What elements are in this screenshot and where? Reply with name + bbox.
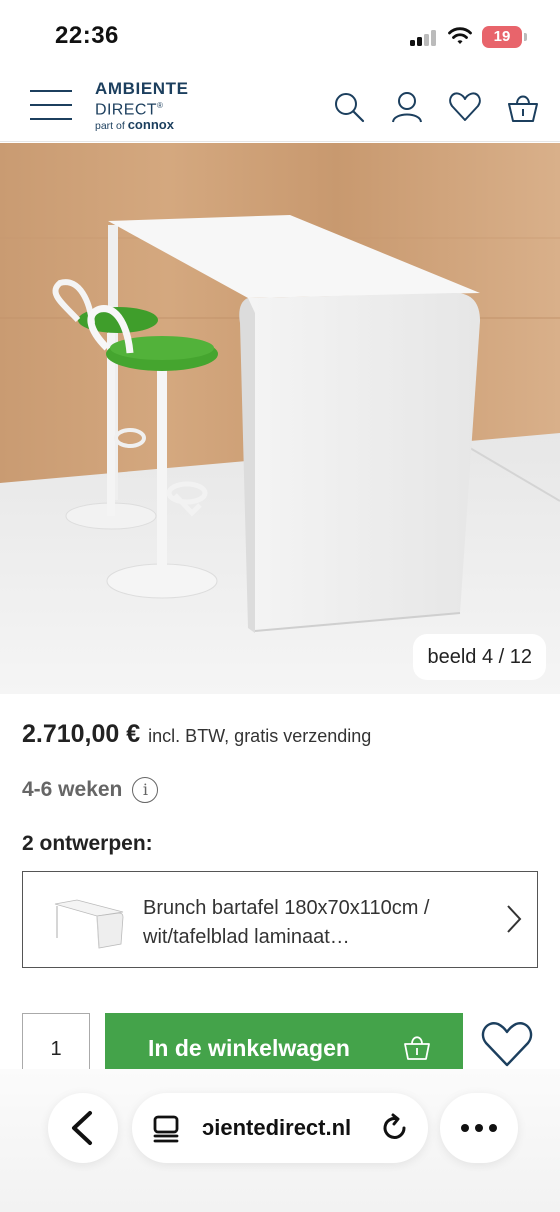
logo-line3-brand: connox <box>127 117 174 133</box>
battery-nub <box>524 33 527 41</box>
status-time: 22:36 <box>55 22 119 49</box>
logo-line3-prefix: part of <box>95 120 125 133</box>
status-bar: 22:36 19 <box>0 0 560 70</box>
variant-text: Brunch bartafel 180x70x110cm / wit/tafel… <box>143 894 483 952</box>
signal-icon <box>410 30 438 46</box>
logo-line2-text: DIRECT <box>95 101 157 119</box>
search-icon[interactable] <box>332 90 366 124</box>
wifi-icon <box>448 27 472 44</box>
logo[interactable]: AMBIENTE DIRECT® part of connox <box>95 79 225 133</box>
more-button[interactable] <box>440 1093 518 1163</box>
price-note: incl. BTW, gratis verzending <box>148 726 372 746</box>
image-counter: beeld 4 / 12 <box>413 634 546 680</box>
logo-line2: DIRECT® <box>95 98 225 119</box>
back-button[interactable] <box>48 1093 118 1163</box>
back-icon <box>72 1111 92 1145</box>
product-photo <box>0 143 560 694</box>
variant-selector[interactable]: Brunch bartafel 180x70x110cm / wit/tafel… <box>22 871 538 968</box>
more-icon <box>461 1124 497 1132</box>
account-icon[interactable] <box>390 90 424 124</box>
add-to-cart-button[interactable]: In de winkelwagen <box>105 1013 463 1069</box>
product-image[interactable]: beeld 4 / 12 <box>0 143 560 694</box>
wishlist-heart-icon[interactable] <box>480 1019 534 1069</box>
basket-icon <box>404 1036 430 1060</box>
designs-label: 2 ontwerpen: <box>22 832 153 855</box>
browser-toolbar: ɔientedirect.nl <box>0 1069 560 1212</box>
battery-indicator: 19 <box>482 26 522 48</box>
chevron-right-icon <box>507 905 522 933</box>
price: 2.710,00 € <box>22 720 141 748</box>
info-icon[interactable]: i <box>132 777 159 803</box>
variant-text-line1: Brunch bartafel 180x70x110cm / <box>143 897 430 919</box>
url-text: ɔientedirect.nl <box>202 1115 352 1140</box>
menu-icon[interactable] <box>30 88 72 122</box>
heart-icon[interactable] <box>448 90 482 124</box>
variant-thumbnail <box>54 899 124 949</box>
delivery-text: 4-6 weken <box>22 778 123 801</box>
delivery-time: 4-6 weken i <box>22 776 159 804</box>
logo-registered: ® <box>156 101 164 110</box>
site-header: AMBIENTE DIRECT® part of connox <box>0 70 560 142</box>
price-row: 2.710,00 € incl. BTW, gratis verzending <box>22 720 542 754</box>
reader-icon[interactable] <box>152 1115 182 1143</box>
basket-icon[interactable] <box>506 90 540 124</box>
variant-text-line2: wit/tafelblad laminaat… <box>143 926 350 948</box>
add-to-cart-label: In de winkelwagen <box>148 1035 350 1061</box>
logo-line1: AMBIENTE <box>95 79 189 98</box>
address-bar[interactable]: ɔientedirect.nl <box>132 1093 428 1163</box>
logo-line3: part of connox <box>95 117 225 134</box>
reload-icon[interactable] <box>380 1113 410 1143</box>
